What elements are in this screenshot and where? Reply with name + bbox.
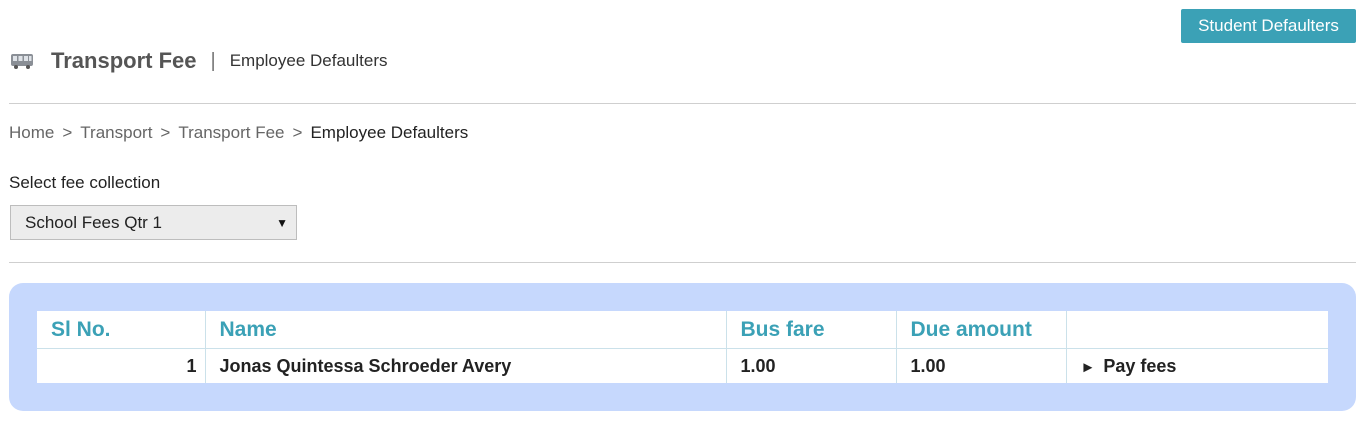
page-subtitle: Employee Defaulters [229, 51, 388, 70]
column-header-name: Name [205, 311, 727, 349]
page-title: Transport Fee [51, 48, 197, 73]
student-defaulters-button[interactable]: Student Defaulters [1181, 9, 1356, 43]
pay-fees-link[interactable]: ► Pay fees [1081, 356, 1177, 376]
play-arrow-icon: ► [1080, 358, 1096, 376]
breadcrumb-transport[interactable]: Transport [80, 123, 152, 143]
title-separator: | [210, 49, 216, 72]
cell-bus-fare: 1.00 [726, 348, 897, 383]
page-header: Transport Fee | Employee Defaulters [10, 44, 388, 78]
column-header-bus-fare: Bus fare [726, 311, 897, 349]
breadcrumb: Home > Transport > Transport Fee > Emplo… [9, 123, 468, 143]
caret-down-icon: ▼ [276, 215, 288, 230]
pay-fees-label: Pay fees [1103, 355, 1177, 376]
defaulters-panel: Sl No. Name Bus fare Due amount 1 Jonas … [9, 283, 1356, 411]
column-header-action [1066, 311, 1328, 349]
cell-name: Jonas Quintessa Schroeder Avery [205, 348, 727, 383]
table-row: 1 Jonas Quintessa Schroeder Avery 1.00 1… [37, 348, 1328, 384]
cell-action: ► Pay fees [1066, 349, 1328, 384]
breadcrumb-separator: > [292, 123, 303, 142]
breadcrumb-current: Employee Defaulters [310, 123, 469, 142]
column-header-due-amount: Due amount [896, 311, 1067, 349]
cell-due-amount: 1.00 [896, 348, 1067, 383]
defaulters-table: Sl No. Name Bus fare Due amount 1 Jonas … [37, 311, 1328, 383]
breadcrumb-home[interactable]: Home [9, 123, 54, 143]
table-header-row: Sl No. Name Bus fare Due amount [37, 311, 1328, 349]
fee-collection-selected: School Fees Qtr 1 [25, 212, 163, 232]
divider [9, 103, 1356, 104]
fee-collection-select[interactable]: School Fees Qtr 1 ▼ [10, 205, 297, 240]
bus-icon [10, 53, 34, 69]
fee-collection-label: Select fee collection [9, 173, 161, 192]
cell-sl-no: 1 [37, 348, 206, 383]
column-header-sl-no: Sl No. [37, 311, 206, 349]
breadcrumb-transport-fee[interactable]: Transport Fee [178, 123, 284, 143]
breadcrumb-separator: > [160, 123, 171, 142]
breadcrumb-separator: > [62, 123, 73, 142]
divider [9, 262, 1356, 263]
